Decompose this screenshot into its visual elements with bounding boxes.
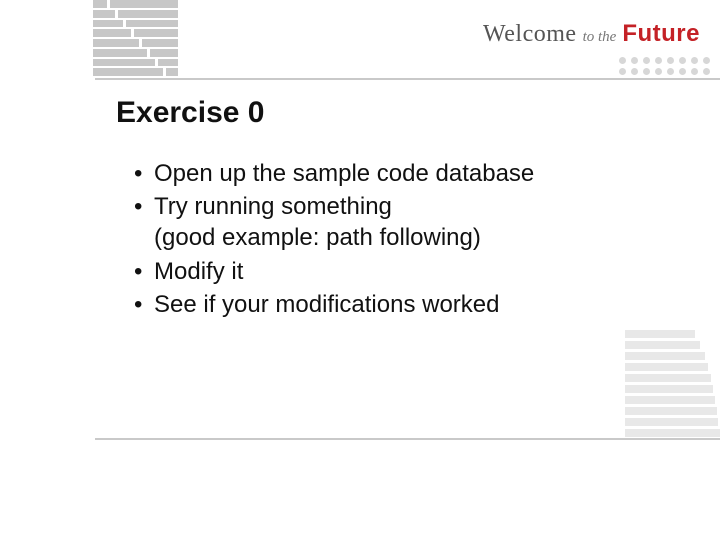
brand-welcome: Welcome [483, 21, 577, 48]
bullet-text: Open up the sample code database [154, 160, 534, 187]
list-item: Modify it [134, 256, 620, 287]
bullet-text: See if your modifications worked [154, 291, 500, 318]
bullet-subtext: (good example: path following) [154, 222, 620, 253]
brand-to-the: to the [583, 29, 617, 46]
list-item: Open up the sample code database [134, 158, 620, 189]
bullet-text: Try running something [154, 193, 392, 220]
list-item: Try running something (good example: pat… [134, 191, 620, 253]
bullet-list: Open up the sample code database Try run… [134, 158, 620, 322]
brand-wordmark: Welcome to the Future [483, 20, 700, 48]
dot-grid-decoration [619, 57, 710, 75]
corner-bars-decoration [93, 0, 181, 78]
brand-future: Future [622, 20, 700, 48]
header-rule [95, 78, 720, 80]
sidebar-bars-decoration [625, 330, 720, 437]
footer-rule [95, 438, 720, 440]
page-title: Exercise 0 [116, 96, 264, 130]
bullet-text: Modify it [154, 258, 243, 285]
list-item: See if your modifications worked [134, 289, 620, 320]
